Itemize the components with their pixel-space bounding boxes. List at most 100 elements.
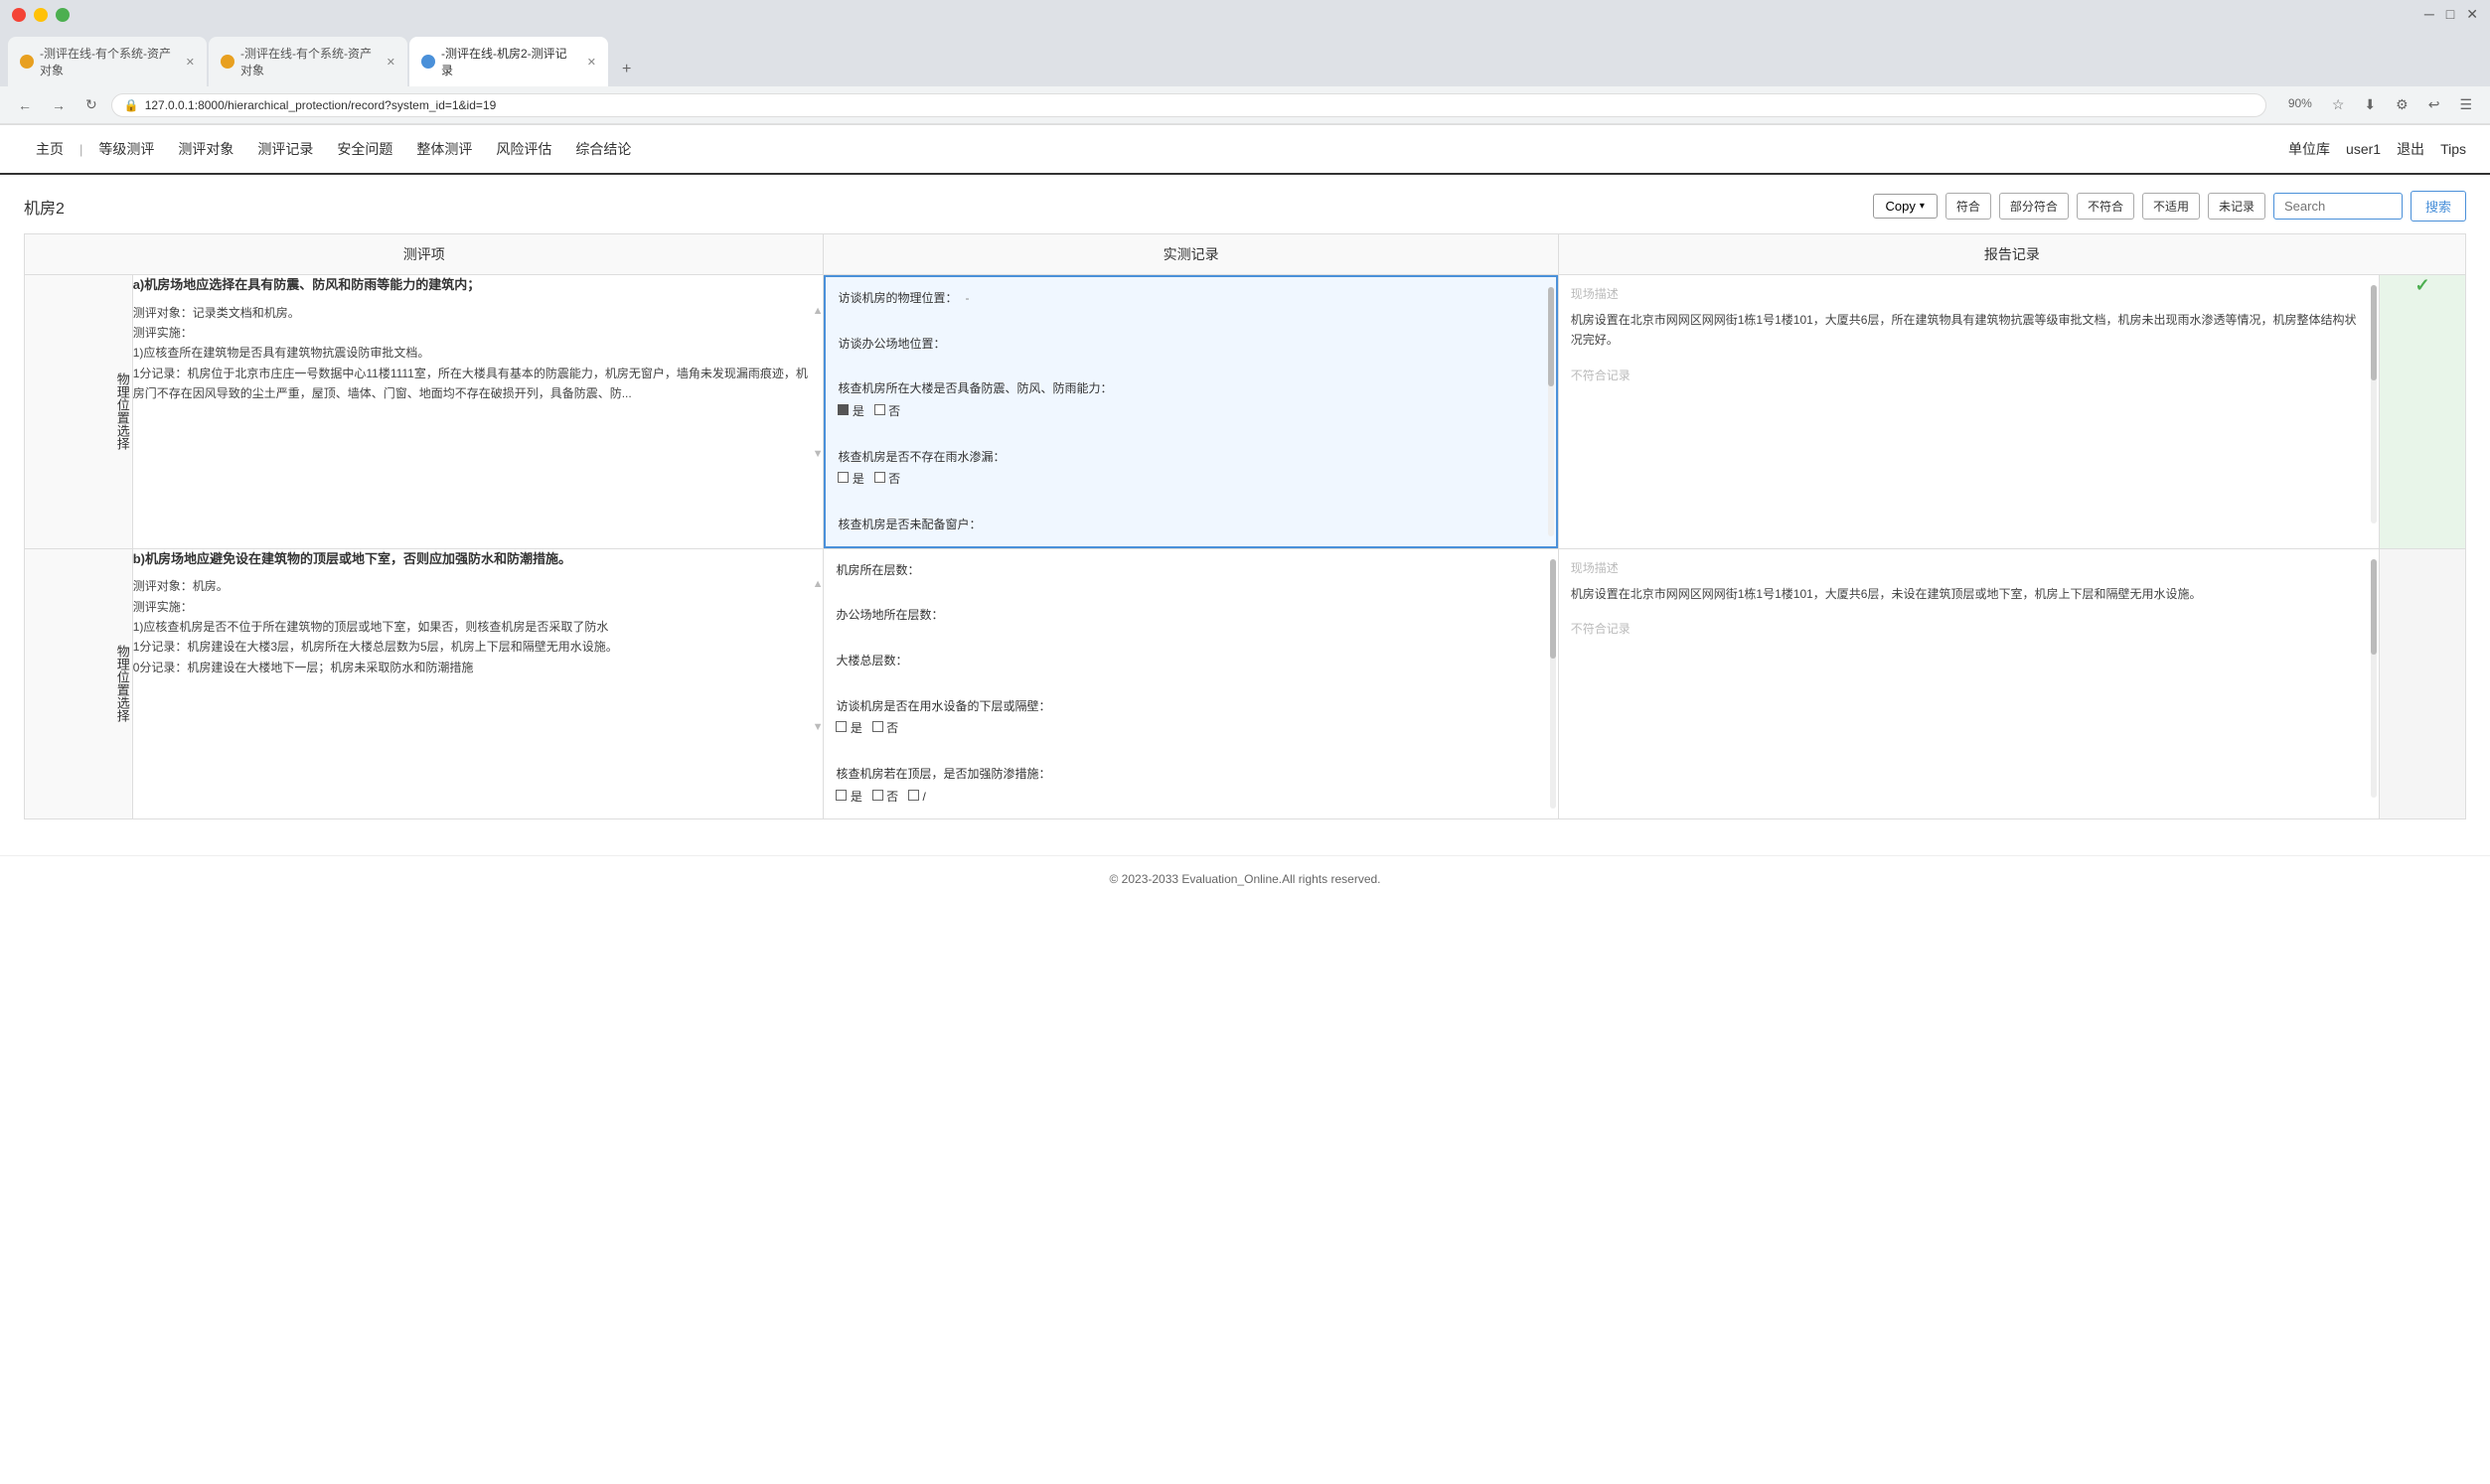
scrollbar-thumb-2 xyxy=(1550,559,1556,659)
report-inner-2[interactable]: 现场描述 机房设置在北京市网网区网网街1栋1号1楼101，大厦共6层，未设在建筑… xyxy=(1559,549,2379,808)
nav-sep: | xyxy=(79,142,82,157)
category-cell-1: 物理位置选择 xyxy=(25,275,133,549)
status-cell-1: ✓ xyxy=(2379,275,2465,549)
copy-button[interactable]: Copy ▾ xyxy=(1873,194,1938,219)
report-inner-1[interactable]: 现场描述 机房设置在北京市网网区网网街1栋1号1楼101，大厦共6层，所在建筑物… xyxy=(1559,275,2379,533)
scroll-down-1[interactable]: ▼ xyxy=(813,448,824,460)
scrollbar-v-report-1[interactable] xyxy=(2371,285,2377,523)
not-conform-1: 不符合记录 xyxy=(1571,367,2367,383)
check-mark-1: ✓ xyxy=(2414,275,2429,295)
nav-overall[interactable]: 整体测评 xyxy=(404,135,484,163)
address-box[interactable]: 🔒 127.0.0.1:8000/hierarchical_protection… xyxy=(111,93,2266,117)
copy-dropdown-arrow: ▾ xyxy=(1920,201,1925,212)
record-text-1: 访谈机房的物理位置：- 访谈办公场地位置： 核查机房所在大楼是否具备防震、防风、… xyxy=(838,287,1543,536)
bookmark-btn[interactable]: ☆ xyxy=(2326,92,2351,117)
tab-1[interactable]: -测评在线-有个系统-资产对象 ✕ xyxy=(8,37,207,86)
win-min-btn[interactable] xyxy=(34,8,48,22)
checkbox-top-no[interactable] xyxy=(872,790,883,801)
nav-record[interactable]: 测评记录 xyxy=(245,135,325,163)
address-bar-row: ← → ↻ 🔒 127.0.0.1:8000/hierarchical_prot… xyxy=(0,86,2490,124)
back-btn[interactable]: ← xyxy=(12,93,38,117)
zoom-label: 90% xyxy=(2282,92,2318,117)
report-cell-1: 现场描述 机房设置在北京市网网区网网街1栋1号1楼101，大厦共6层，所在建筑物… xyxy=(1558,275,2379,549)
report-text-1: 机房设置在北京市网网区网网街1栋1号1楼101，大厦共6层，所在建筑物具有建筑物… xyxy=(1571,310,2367,351)
nav-risk[interactable]: 风险评估 xyxy=(484,135,563,163)
checkbox-top-na[interactable] xyxy=(908,790,919,801)
nav-grade[interactable]: 等级测评 xyxy=(86,135,166,163)
win-close-btn[interactable] xyxy=(12,8,26,22)
new-tab-btn[interactable]: + xyxy=(610,53,643,86)
scroll-up-2[interactable]: ▲ xyxy=(813,578,824,590)
scrollbar-v-report-2[interactable] xyxy=(2371,559,2377,798)
maximize-icon[interactable]: □ xyxy=(2446,6,2454,23)
filter-conform[interactable]: 符合 xyxy=(1945,193,1991,220)
window-right-controls[interactable]: ─ □ ✕ xyxy=(2424,6,2478,23)
data-table: 测评项 实测记录 报告记录 物理位置选择 a)机房场地应选择在具有防震、防风和防… xyxy=(24,233,2466,819)
record-inner-2[interactable]: 机房所在层数： 办公场地所在层数： 大楼总层数： 访谈机房是否在用水设备的下层或… xyxy=(824,549,1557,818)
filter-na[interactable]: 不适用 xyxy=(2142,193,2200,220)
address-text: 127.0.0.1:8000/hierarchical_protection/r… xyxy=(145,98,2254,112)
download-btn[interactable]: ⬇ xyxy=(2358,92,2382,117)
tab-1-close[interactable]: ✕ xyxy=(186,56,195,69)
tab-1-label: -测评在线-有个系统-资产对象 xyxy=(40,45,176,78)
window-controls[interactable] xyxy=(12,8,70,22)
refresh-btn[interactable]: ↻ xyxy=(79,92,103,117)
checkbox-rain-yes[interactable] xyxy=(838,472,849,483)
browser-actions: 90% ☆ ⬇ ⚙ ↩ ☰ xyxy=(2282,92,2478,117)
filter-not-conform[interactable]: 不符合 xyxy=(2077,193,2134,220)
record-cell-2: 机房所在层数： 办公场地所在层数： 大楼总层数： 访谈机房是否在用水设备的下层或… xyxy=(824,548,1558,818)
nav-security[interactable]: 安全问题 xyxy=(325,135,404,163)
forward-btn[interactable]: → xyxy=(46,93,72,117)
scrollbar-thumb-1 xyxy=(1548,287,1554,386)
app-nav: 主页 | 等级测评 测评对象 测评记录 安全问题 整体测评 风险评估 综合结论 … xyxy=(0,125,2490,175)
nav-unit-db[interactable]: 单位库 xyxy=(2288,139,2330,159)
eval-item-cell-1: a)机房场地应选择在具有防震、防风和防雨等能力的建筑内； 测评对象：记录类文档和… xyxy=(132,275,824,549)
menu-btn[interactable]: ☰ xyxy=(2453,92,2478,117)
tab-2-icon xyxy=(221,55,234,69)
scroll-down-2[interactable]: ▼ xyxy=(813,721,824,733)
scrollbar-v-1[interactable] xyxy=(1548,287,1554,536)
win-max-btn[interactable] xyxy=(56,8,70,22)
scrollbar-v-2[interactable] xyxy=(1550,559,1556,809)
header-actions: Copy ▾ 符合 部分符合 不符合 不适用 未记录 搜索 xyxy=(1873,191,2466,222)
table-row: 物理位置选择 a)机房场地应选择在具有防震、防风和防雨等能力的建筑内； 测评对象… xyxy=(25,275,2466,549)
report-cell-2: 现场描述 机房设置在北京市网网区网网街1栋1号1楼101，大厦共6层，未设在建筑… xyxy=(1558,548,2379,818)
status-cell-2 xyxy=(2379,548,2465,818)
tab-bar: -测评在线-有个系统-资产对象 ✕ -测评在线-有个系统-资产对象 ✕ -测评在… xyxy=(0,29,2490,86)
search-input[interactable] xyxy=(2273,193,2403,220)
page-title: 机房2 xyxy=(24,195,65,219)
search-button[interactable]: 搜索 xyxy=(2411,191,2466,222)
filter-unrecorded[interactable]: 未记录 xyxy=(2208,193,2265,220)
nav-tips[interactable]: Tips xyxy=(2440,141,2466,157)
checkbox-top-yes[interactable] xyxy=(836,790,847,801)
history-btn[interactable]: ↩ xyxy=(2422,92,2446,117)
settings-btn[interactable]: ⚙ xyxy=(2390,92,2414,117)
eval-content-2[interactable]: 测评对象：机房。测评实施：1)应核查机房是否不位于所在建筑物的顶层或地下室，如果… xyxy=(133,576,809,677)
report-text-2: 机房设置在北京市网网区网网街1栋1号1楼101，大厦共6层，未设在建筑顶层或地下… xyxy=(1571,584,2367,604)
filter-partial[interactable]: 部分符合 xyxy=(1999,193,2069,220)
header-record: 实测记录 xyxy=(824,234,1558,275)
page-content: 机房2 Copy ▾ 符合 部分符合 不符合 不适用 未记录 搜索 测评项 实测… xyxy=(0,175,2490,835)
nav-target[interactable]: 测评对象 xyxy=(166,135,245,163)
record-inner-1[interactable]: 访谈机房的物理位置：- 访谈办公场地位置： 核查机房所在大楼是否具备防震、防风、… xyxy=(824,275,1557,548)
minimize-icon[interactable]: ─ xyxy=(2424,6,2434,23)
scroll-up-1[interactable]: ▲ xyxy=(813,305,824,317)
tab-2-close[interactable]: ✕ xyxy=(387,56,395,69)
nav-user[interactable]: user1 xyxy=(2346,141,2381,157)
checkbox-water-no[interactable] xyxy=(872,721,883,732)
close-icon[interactable]: ✕ xyxy=(2466,6,2478,23)
tab-3[interactable]: -测评在线-机房2-测评记录 ✕ xyxy=(409,37,608,86)
eval-content-1[interactable]: 测评对象：记录类文档和机房。测评实施：1)应核查所在建筑物是否具有建筑物抗震设防… xyxy=(133,303,809,404)
nav-conclusion[interactable]: 综合结论 xyxy=(563,135,643,163)
footer: © 2023-2033 Evaluation_Online.All rights… xyxy=(0,855,2490,902)
checkbox-water-yes[interactable] xyxy=(836,721,847,732)
checkbox-rain-no[interactable] xyxy=(874,472,885,483)
checkbox-empty-1[interactable] xyxy=(874,404,885,415)
nav-home[interactable]: 主页 xyxy=(24,135,76,163)
tab-3-close[interactable]: ✕ xyxy=(587,56,596,69)
nav-logout[interactable]: 退出 xyxy=(2397,139,2424,159)
page-header: 机房2 Copy ▾ 符合 部分符合 不符合 不适用 未记录 搜索 xyxy=(24,191,2466,222)
record-cell-1: 访谈机房的物理位置：- 访谈办公场地位置： 核查机房所在大楼是否具备防震、防风、… xyxy=(824,275,1558,549)
tab-2[interactable]: -测评在线-有个系统-资产对象 ✕ xyxy=(209,37,407,86)
copy-label: Copy xyxy=(1886,199,1916,214)
